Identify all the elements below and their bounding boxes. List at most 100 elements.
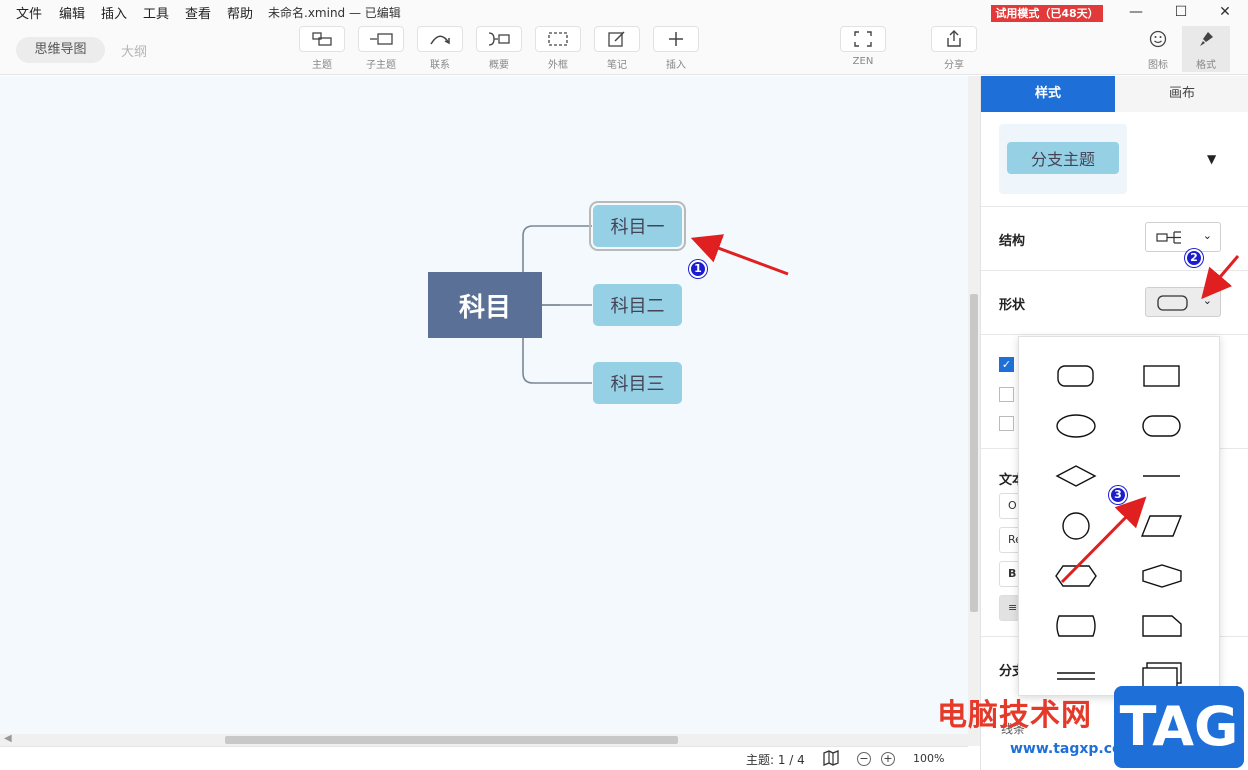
menu-help[interactable]: 帮助 bbox=[227, 3, 253, 22]
topic-icon bbox=[299, 26, 345, 52]
parallelogram-shape-icon bbox=[1140, 515, 1183, 537]
style-dropdown-icon[interactable]: ▼ bbox=[1207, 152, 1216, 166]
horizontal-scrollbar[interactable]: ◀ bbox=[0, 733, 968, 746]
note-button[interactable]: 笔记 bbox=[594, 26, 640, 72]
subtopic-button[interactable]: 子主题 bbox=[358, 26, 404, 72]
relationship-label: 联系 bbox=[430, 60, 450, 71]
chevron-down-icon: ⌄ bbox=[1202, 294, 1212, 307]
icon-panel-label: 图标 bbox=[1148, 60, 1168, 71]
vertical-scroll-thumb[interactable] bbox=[970, 294, 978, 612]
shape-select[interactable]: ⌄ bbox=[1145, 287, 1221, 317]
minimize-button[interactable]: — bbox=[1118, 2, 1154, 22]
double-line-shape-icon bbox=[1057, 672, 1095, 680]
central-topic[interactable]: 科目 bbox=[428, 272, 542, 338]
mindmap-canvas[interactable]: 科目 科目一 科目二 科目三 bbox=[0, 76, 968, 734]
share-icon bbox=[931, 26, 977, 52]
topic-count: 主题: 1 / 4 bbox=[746, 753, 805, 767]
subtopic-icon bbox=[358, 26, 404, 52]
shape-option-rounded-rect[interactable] bbox=[1041, 358, 1111, 394]
cut-corner-rect-shape-icon bbox=[1142, 615, 1182, 637]
shape-option-rect[interactable] bbox=[1127, 358, 1197, 394]
format-panel-label: 格式 bbox=[1196, 60, 1216, 71]
divider bbox=[981, 206, 1248, 207]
shape-option-bulge-rect[interactable] bbox=[1041, 608, 1111, 644]
subtopic-label: 子主题 bbox=[366, 60, 396, 71]
menu-view[interactable]: 查看 bbox=[185, 3, 211, 22]
checkbox-checked[interactable]: ✓ bbox=[999, 357, 1014, 372]
map-view-icon[interactable] bbox=[822, 750, 840, 770]
file-title: 未命名.xmind — 已编辑 bbox=[268, 6, 401, 20]
rounded-rect-shape-icon bbox=[1057, 365, 1094, 387]
mindmap-view-tab[interactable]: 思维导图 bbox=[16, 37, 105, 63]
menu-insert[interactable]: 插入 bbox=[101, 3, 127, 22]
zoom-level[interactable]: 100% bbox=[913, 752, 944, 765]
trial-badge[interactable]: 试用模式（已48天） bbox=[991, 5, 1103, 22]
insert-icon bbox=[653, 26, 699, 52]
watermark-tag-logo: TAG bbox=[1114, 686, 1244, 768]
branch-topic-1[interactable]: 科目一 bbox=[589, 201, 686, 251]
checkbox-unchecked[interactable] bbox=[999, 387, 1014, 402]
pill-shape-icon bbox=[1142, 415, 1181, 437]
scroll-left-icon[interactable]: ◀ bbox=[4, 733, 12, 744]
shape-option-pill[interactable] bbox=[1127, 408, 1197, 444]
menu-bar: 文件 编辑 插入 工具 查看 帮助 未命名.xmind — 已编辑 试用模式（已… bbox=[0, 0, 1248, 24]
share-button[interactable]: 分享 bbox=[931, 26, 977, 72]
tab-style[interactable]: 样式 bbox=[981, 76, 1115, 112]
ellipse-shape-icon bbox=[1056, 414, 1096, 438]
tab-canvas[interactable]: 画布 bbox=[1115, 76, 1248, 112]
status-bar: 主题: 1 / 4 − + 100% bbox=[0, 746, 968, 770]
divider bbox=[981, 334, 1248, 335]
insert-button[interactable]: 插入 bbox=[653, 26, 699, 72]
menu-tools[interactable]: 工具 bbox=[143, 3, 169, 22]
format-panel-toggle[interactable]: 格式 bbox=[1182, 26, 1230, 72]
topic-button[interactable]: 主题 bbox=[299, 26, 345, 72]
branch-topic-2[interactable]: 科目二 bbox=[593, 284, 682, 326]
topic-label: 主题 bbox=[312, 60, 332, 71]
shape-option-long-hexagon[interactable] bbox=[1127, 558, 1197, 594]
horizontal-scroll-thumb[interactable] bbox=[225, 736, 678, 744]
brush-icon bbox=[1182, 26, 1230, 52]
rect-shape-icon bbox=[1143, 365, 1180, 387]
shape-option-underline[interactable] bbox=[1127, 458, 1197, 494]
shape-label: 形状 bbox=[999, 298, 1026, 313]
summary-label: 概要 bbox=[489, 60, 509, 71]
close-button[interactable]: ✕ bbox=[1207, 2, 1243, 22]
branch-connectors bbox=[522, 225, 592, 384]
hexagon-shape-icon bbox=[1055, 565, 1097, 587]
vertical-scrollbar[interactable] bbox=[968, 76, 980, 746]
long-hexagon-shape-icon bbox=[1142, 564, 1182, 588]
underline-shape-icon bbox=[1143, 475, 1180, 477]
shape-option-ellipse[interactable] bbox=[1041, 408, 1111, 444]
menu-file[interactable]: 文件 bbox=[16, 3, 42, 22]
style-preview[interactable]: 分支主题 bbox=[999, 124, 1127, 194]
shape-option-cut-corner-rect[interactable] bbox=[1127, 608, 1197, 644]
structure-icon bbox=[1156, 231, 1181, 244]
relationship-button[interactable]: 联系 bbox=[417, 26, 463, 72]
shape-option-circle[interactable] bbox=[1041, 508, 1111, 544]
style-preview-chip: 分支主题 bbox=[1007, 142, 1119, 174]
rounded-rect-shape-icon bbox=[1157, 295, 1188, 311]
zen-icon bbox=[840, 26, 886, 52]
outline-view-tab[interactable]: 大纲 bbox=[121, 41, 147, 60]
menu-edit[interactable]: 编辑 bbox=[59, 3, 85, 22]
structure-select[interactable]: ⌄ bbox=[1145, 222, 1221, 252]
summary-button[interactable]: 概要 bbox=[476, 26, 522, 72]
zoom-out-button[interactable]: − bbox=[857, 752, 871, 766]
checkbox-unchecked[interactable] bbox=[999, 416, 1014, 431]
zoom-in-button[interactable]: + bbox=[881, 752, 895, 766]
shape-option-double-line[interactable] bbox=[1041, 658, 1111, 694]
branch-topic-3[interactable]: 科目三 bbox=[593, 362, 682, 404]
shape-option-parallelogram[interactable] bbox=[1127, 508, 1197, 544]
shape-option-hexagon[interactable] bbox=[1041, 558, 1111, 594]
maximize-button[interactable]: ☐ bbox=[1163, 2, 1199, 22]
boundary-button[interactable]: 外框 bbox=[535, 26, 581, 72]
icon-panel-toggle[interactable]: 图标 bbox=[1134, 26, 1182, 72]
shape-option-diamond[interactable] bbox=[1041, 458, 1111, 494]
note-label: 笔记 bbox=[607, 60, 627, 71]
circle-shape-icon bbox=[1062, 512, 1090, 540]
note-icon bbox=[594, 26, 640, 52]
smiley-icon bbox=[1134, 26, 1182, 52]
zen-button[interactable]: ZEN bbox=[840, 26, 886, 72]
shape-dropdown-menu bbox=[1018, 336, 1220, 696]
bulge-rect-shape-icon bbox=[1056, 615, 1096, 637]
